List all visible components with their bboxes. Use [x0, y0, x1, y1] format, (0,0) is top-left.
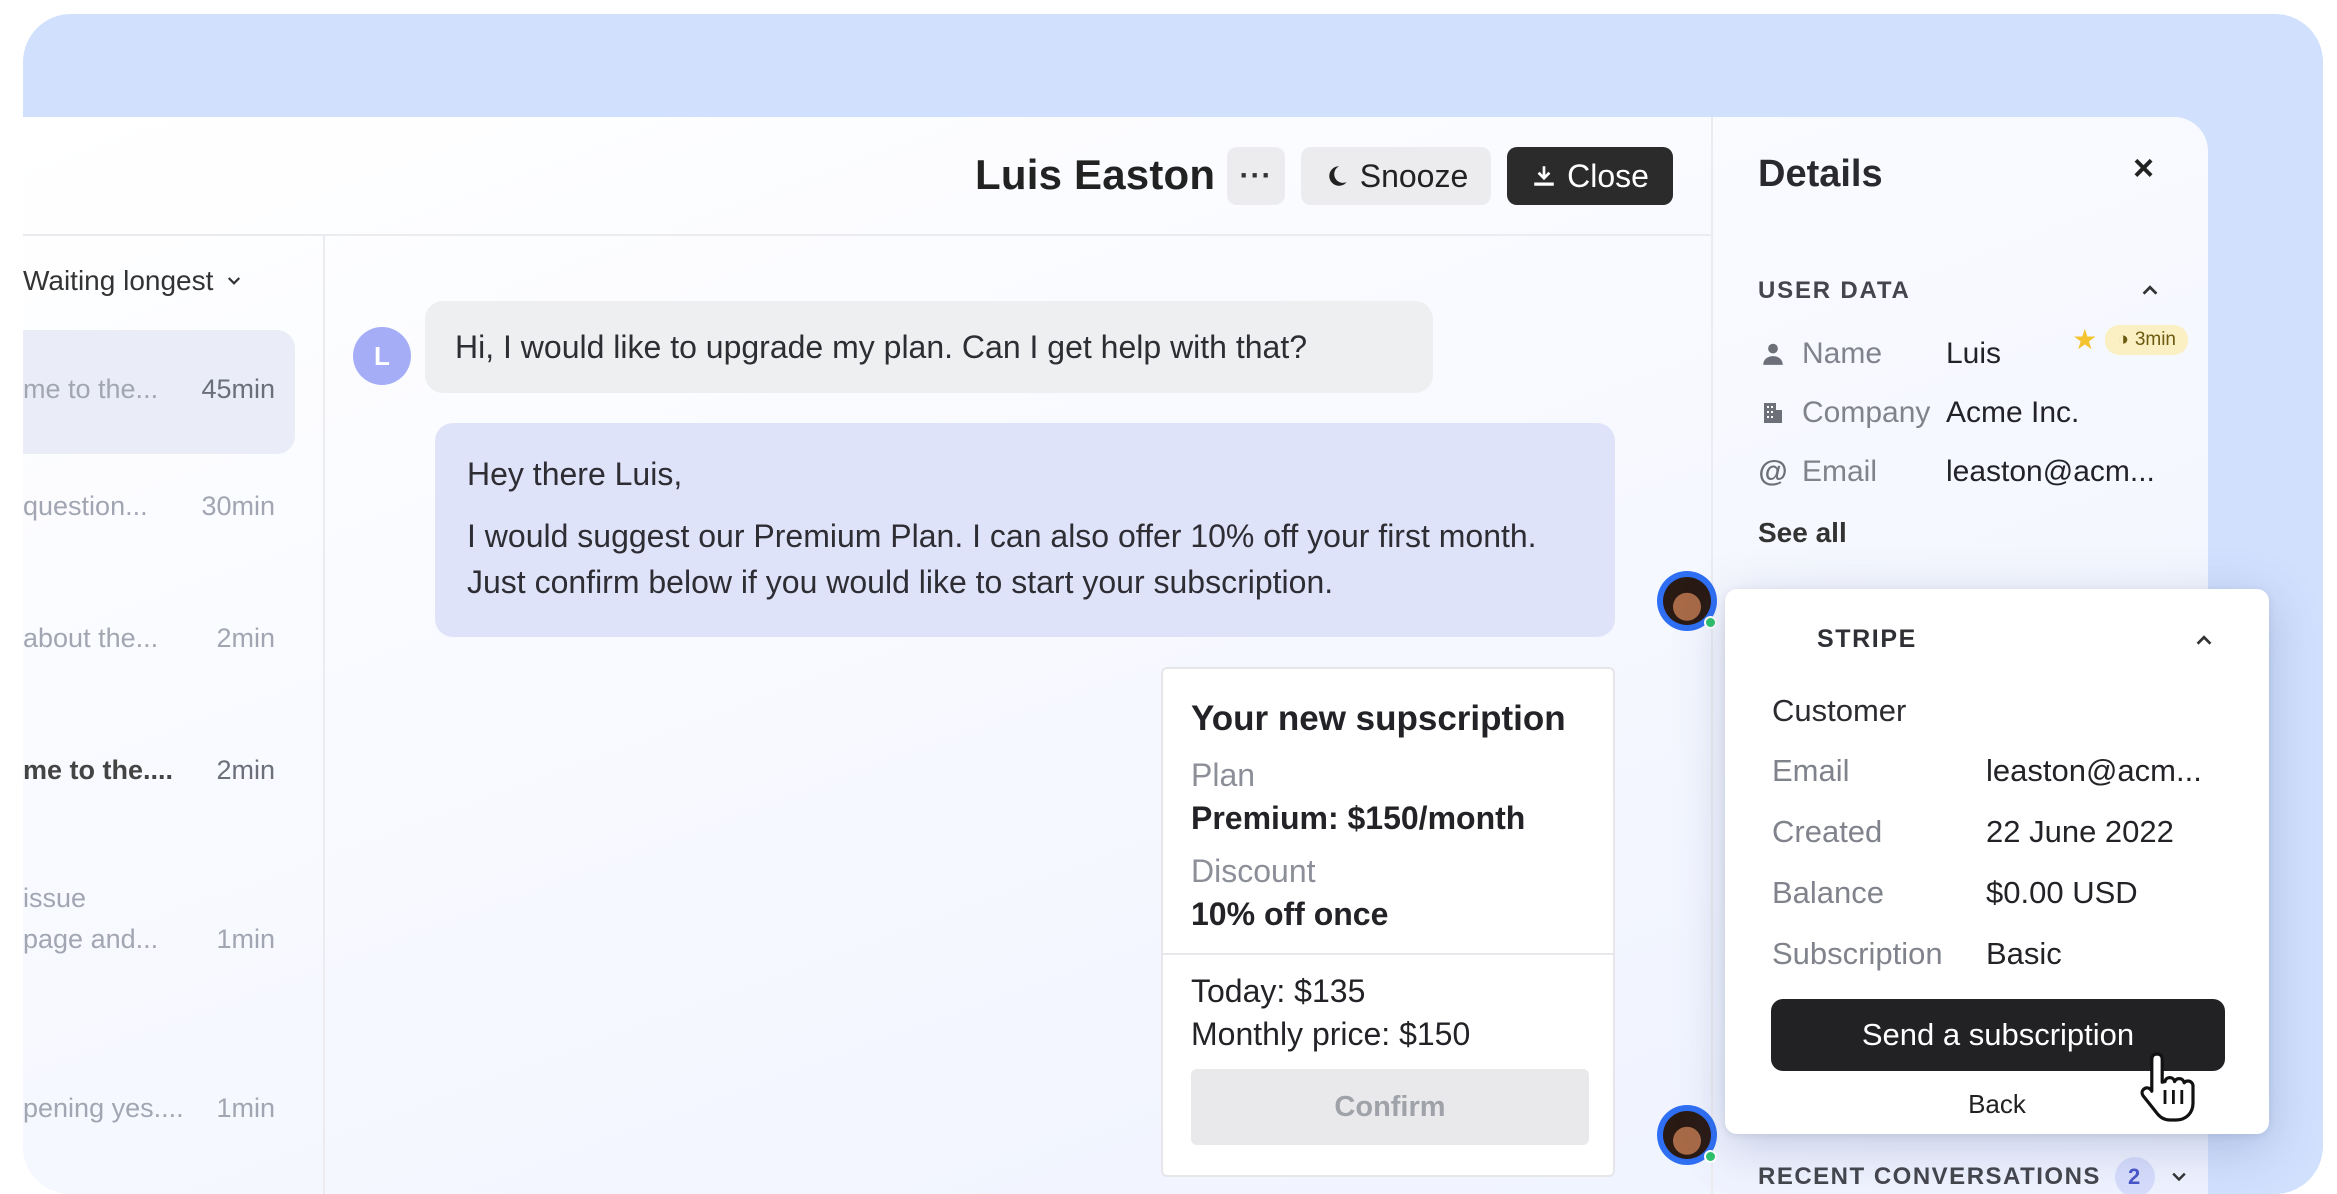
- list-item-snippet: me to the...: [23, 374, 159, 404]
- person-icon: [1758, 341, 1788, 367]
- building-icon: [1758, 400, 1788, 426]
- card-divider: [1163, 953, 1613, 955]
- chevron-down-icon: [2169, 1167, 2189, 1187]
- online-indicator: [1704, 616, 1717, 629]
- close-icon[interactable]: ×: [2133, 147, 2154, 189]
- agent-message: Hey there Luis, I would suggest our Prem…: [435, 423, 1615, 637]
- recent-conversations-header[interactable]: RECENT CONVERSATIONS 2: [1758, 1157, 2189, 1194]
- chevron-up-icon[interactable]: [2139, 279, 2161, 306]
- details-divider: [1711, 117, 1713, 1194]
- more-options-button[interactable]: ···: [1227, 147, 1285, 205]
- list-item-snippet: question...: [23, 491, 148, 521]
- list-item-time: 2min: [216, 755, 275, 785]
- stripe-row-subscription: Subscription Basic: [1772, 936, 2062, 971]
- stripe-row-email: Email leaston@acm...: [1772, 753, 2202, 788]
- plan-value: Premium: $150/month: [1191, 800, 1526, 836]
- list-item[interactable]: about the... 2min: [23, 579, 295, 703]
- recent-count-badge: 2: [2114, 1157, 2155, 1194]
- snooze-moon-icon: [1324, 163, 1350, 189]
- customer-avatar: L: [353, 327, 411, 385]
- list-item[interactable]: issue page and... 1min: [23, 859, 295, 983]
- close-conversation-button[interactable]: Close: [1507, 147, 1673, 205]
- ellipsis-icon: ···: [1239, 159, 1273, 192]
- snooze-label: Snooze: [1359, 157, 1469, 194]
- user-field-email: @ Email leaston@acm...: [1758, 455, 2155, 488]
- close-tray-icon: [1531, 163, 1557, 189]
- stripe-customer-label: Customer: [1772, 693, 1907, 728]
- app-stage: Luis Easton ··· Snooze Close Waiting lon…: [23, 14, 2323, 1194]
- hand-cursor-icon: [2139, 1050, 2199, 1129]
- stripe-header[interactable]: STRIPE: [1817, 625, 1917, 654]
- list-item[interactable]: pening yes.... 1min: [23, 1047, 295, 1171]
- subscription-title: Your new supscription: [1191, 699, 1566, 738]
- timer-icon: ◑: [2117, 328, 2129, 350]
- close-label: Close: [1567, 157, 1649, 194]
- chevron-up-icon[interactable]: [2193, 629, 2215, 656]
- agent-message-text: I would suggest our Premium Plan. I can …: [467, 518, 1537, 600]
- list-item-snippet: me to the....: [23, 755, 174, 785]
- stripe-row-created: Created 22 June 2022: [1772, 814, 2174, 849]
- contact-name: Luis Easton: [975, 151, 1216, 198]
- confirm-button[interactable]: Confirm: [1191, 1069, 1589, 1145]
- list-item-snippet: page and...: [23, 924, 159, 954]
- stripe-row-balance: Balance $0.00 USD: [1772, 875, 2138, 910]
- sort-label: Waiting longest: [23, 265, 214, 296]
- customer-message: Hi, I would like to upgrade my plan. Can…: [425, 301, 1433, 393]
- list-item-time: 30min: [201, 491, 275, 521]
- online-indicator: [1704, 1150, 1717, 1163]
- sla-badge: ◑ 3min: [2105, 324, 2188, 355]
- monthly-price: Monthly price: $150: [1191, 1016, 1471, 1052]
- details-title: Details: [1758, 153, 1883, 195]
- user-field-company: Company Acme Inc.: [1758, 396, 2079, 430]
- discount-value: 10% off once: [1191, 896, 1389, 932]
- list-item-time: 2min: [216, 623, 275, 653]
- subscription-card: Your new supscription Plan Premium: $150…: [1161, 667, 1615, 1177]
- list-item[interactable]: me to the... 45min: [23, 330, 295, 454]
- star-icon: ★: [2072, 324, 2098, 355]
- agent-greeting: Hey there Luis,: [467, 456, 683, 492]
- user-data-header[interactable]: USER DATA: [1758, 277, 1911, 305]
- snooze-button[interactable]: Snooze: [1301, 147, 1491, 205]
- chevron-down-icon: [225, 272, 243, 290]
- see-all-link[interactable]: See all: [1758, 517, 1847, 549]
- list-item-time: 1min: [216, 924, 275, 954]
- list-divider: [323, 236, 325, 1194]
- user-field-name: Name Luis: [1758, 337, 2001, 371]
- discount-label: Discount: [1191, 853, 1316, 889]
- agent-avatar: [1657, 571, 1717, 631]
- list-item-snippet: about the...: [23, 623, 159, 653]
- list-item-badges: ★ ◑ 3min: [2072, 323, 2188, 356]
- plan-label: Plan: [1191, 757, 1256, 793]
- list-item-time: 45min: [201, 374, 275, 404]
- header-divider: [23, 234, 1711, 236]
- list-item[interactable]: me to the.... 2min: [23, 711, 295, 835]
- list-item-snippet: pening yes....: [23, 1093, 184, 1123]
- list-item-snippet-line1: issue: [23, 883, 87, 913]
- agent-avatar: [1657, 1105, 1717, 1165]
- sort-dropdown[interactable]: Waiting longest: [23, 265, 243, 297]
- list-item-time: 1min: [216, 1093, 275, 1123]
- today-price: Today: $135: [1191, 973, 1366, 1009]
- list-item[interactable]: question... 30min: [23, 447, 295, 571]
- at-icon: @: [1758, 455, 1788, 488]
